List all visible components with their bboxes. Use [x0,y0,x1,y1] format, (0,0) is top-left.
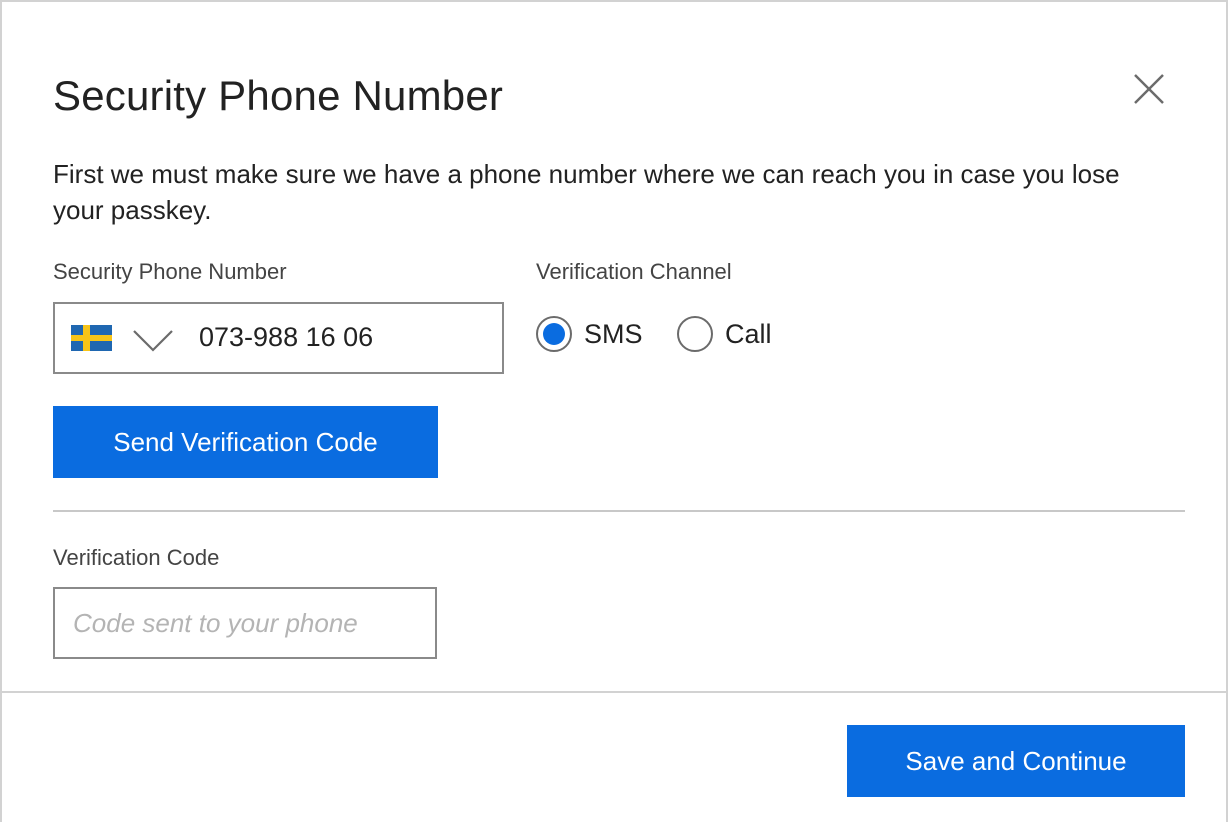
radio-call[interactable]: Call [677,315,772,353]
radio-sms[interactable]: SMS [536,315,643,353]
sweden-flag-icon [71,325,112,351]
radio-call-circle[interactable] [677,316,713,352]
dialog-description: First we must make sure we have a phone … [53,159,1120,225]
footer-divider [2,691,1228,693]
dialog-title: Security Phone Number [53,72,504,119]
save-and-continue-button[interactable]: Save and Continue [847,725,1185,797]
chevron-down-icon [133,330,173,352]
phone-number-label: Security Phone Number [53,259,287,284]
radio-call-label: Call [725,318,772,349]
verification-channel-label: Verification Channel [536,259,732,284]
country-select-chevron[interactable] [131,326,175,354]
security-phone-dialog: Security Phone Number First we must make… [0,0,1228,822]
section-divider [53,510,1185,512]
send-verification-code-button[interactable]: Send Verification Code [53,406,438,478]
verification-code-input[interactable] [53,587,437,659]
radio-sms-label: SMS [584,318,643,349]
close-button[interactable] [1126,66,1172,112]
verification-code-label: Verification Code [53,545,220,570]
radio-sms-circle[interactable] [536,316,572,352]
phone-number-field: 073-988 16 06 [53,302,504,374]
phone-number-input[interactable]: 073-988 16 06 [199,322,373,353]
close-icon [1134,74,1164,104]
